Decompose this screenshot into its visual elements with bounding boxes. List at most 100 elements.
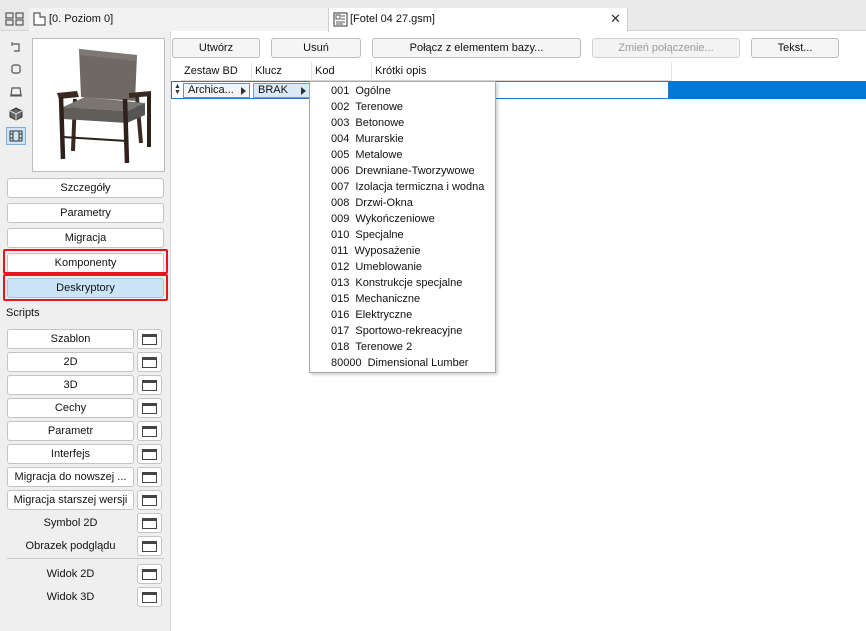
widok-3d-window-button[interactable]	[137, 587, 162, 607]
menu-item[interactable]: 004 Murarskie	[331, 131, 404, 147]
menu-item[interactable]: 003 Betonowe	[331, 115, 404, 131]
menu-item-code: 015	[331, 293, 350, 305]
komponenty-highlight-frame	[3, 249, 168, 274]
menu-item[interactable]: 80000 Dimensional Lumber	[331, 355, 468, 371]
menu-item-label: Specjalne	[355, 229, 404, 241]
zestaw-bd-value: Archica...	[188, 84, 234, 96]
window-icon	[142, 471, 157, 483]
menu-item-label: Drewniane-Tworzywowe	[355, 165, 475, 177]
menu-item-code: 013	[331, 277, 350, 289]
menu-item-label: Dimensional Lumber	[367, 357, 469, 369]
header-zestaw-bd[interactable]: Zestaw BD	[181, 62, 252, 81]
utworz-button[interactable]: Utwórz	[172, 38, 260, 58]
menu-item-code: 012	[331, 261, 350, 273]
menu-item-label: Terenowe 2	[355, 341, 413, 353]
menu-item-label: Drzwi-Okna	[355, 197, 413, 209]
obrazek-podgladu-label: Obrazek podglądu	[25, 540, 116, 552]
window-icon	[142, 402, 157, 414]
menu-item[interactable]: 010 Specjalne	[331, 227, 404, 243]
polacz-button[interactable]: Połącz z elementem bazy...	[372, 38, 581, 58]
menu-item[interactable]: 012 Umeblowanie	[331, 259, 422, 275]
script-migracja-nowsza-button[interactable]: Migracja do nowszej ...	[7, 467, 134, 487]
menu-item-label: Metalowe	[355, 149, 403, 161]
object-preview-image	[32, 38, 165, 172]
header-krotki-opis[interactable]: Krótki opis	[372, 62, 672, 81]
menu-item-code: 007	[331, 181, 350, 193]
script-migracja-nowsza-window-button[interactable]	[137, 467, 162, 487]
tab-bar: [0. Poziom 0] [Fotel 04 27.gsm] ✕	[0, 0, 866, 32]
symbol-2d-label: Symbol 2D	[43, 517, 98, 529]
tab-object[interactable]: [Fotel 04 27.gsm] ✕	[328, 8, 628, 32]
menu-item-code: 008	[331, 197, 350, 209]
script-cechy-button[interactable]: Cechy	[7, 398, 134, 418]
menu-item-label: Umeblowanie	[355, 261, 423, 273]
menu-item[interactable]: 013 Konstrukcje specjalne	[331, 275, 462, 291]
obrazek-podgladu-window-button[interactable]	[137, 536, 162, 556]
menu-item[interactable]: 007 Izolacja termiczna i wodna	[331, 179, 484, 195]
script-2d-button[interactable]: 2D	[7, 352, 134, 372]
script-cechy-window-button[interactable]	[137, 398, 162, 418]
menu-item[interactable]: 017 Sportowo-rekreacyjne	[331, 323, 462, 339]
row-selection-bar	[669, 81, 866, 99]
menu-item-label: Wyposażenie	[354, 245, 421, 257]
zestaw-bd-cell[interactable]: Archica...	[183, 83, 250, 98]
menu-item-label: Wykończeniowe	[355, 213, 435, 225]
szczegoly-button[interactable]: Szczegóły	[7, 178, 164, 198]
menu-item[interactable]: 011 Wyposażenie	[331, 243, 420, 259]
left-panel: Szczegóły Parametry Migracja Komponenty …	[0, 31, 171, 631]
tab-floor-plan[interactable]: [0. Poziom 0]	[29, 8, 329, 31]
close-tab-icon[interactable]: ✕	[610, 11, 621, 27]
tab-object-label: [Fotel 04 27.gsm]	[350, 13, 435, 25]
menu-item[interactable]: 015 Mechaniczne	[331, 291, 420, 307]
menu-item-code: 018	[331, 341, 350, 353]
3d-view-icon[interactable]	[6, 105, 26, 123]
tab-overview-icon[interactable]	[5, 12, 24, 26]
menu-item-code: 003	[331, 117, 350, 129]
script-2d-window-button[interactable]	[137, 352, 162, 372]
script-migracja-starsza-button[interactable]: Migracja starszej wersji	[7, 490, 134, 510]
menu-item-code: 006	[331, 165, 350, 177]
header-klucz[interactable]: Klucz	[252, 62, 312, 81]
widok-2d-window-button[interactable]	[137, 564, 162, 584]
parametry-button[interactable]: Parametry	[7, 203, 164, 223]
menu-item-code: 005	[331, 149, 350, 161]
script-parametr-window-button[interactable]	[137, 421, 162, 441]
script-interfejs-button[interactable]: Interfejs	[7, 444, 134, 464]
script-migracja-starsza-window-button[interactable]	[137, 490, 162, 510]
script-szablon-button[interactable]: Szablon	[7, 329, 134, 349]
armchair-preview-icon	[33, 39, 164, 171]
menu-item-label: Betonowe	[355, 117, 405, 129]
menu-item-label: Terenowe	[355, 101, 404, 113]
window-icon	[142, 333, 157, 345]
menu-item[interactable]: 006 Drewniane-Tworzywowe	[331, 163, 475, 179]
script-parametr-button[interactable]: Parametr	[7, 421, 134, 441]
film-view-icon[interactable]	[6, 127, 26, 145]
frame-view-icon[interactable]	[6, 60, 26, 78]
script-szablon-window-button[interactable]	[137, 329, 162, 349]
script-interfejs-window-button[interactable]	[137, 444, 162, 464]
usun-button[interactable]: Usuń	[271, 38, 361, 58]
plan-view-icon[interactable]	[6, 83, 26, 101]
menu-item-code: 010	[331, 229, 350, 241]
row-drag-handle-icon[interactable]: ▲ ▼	[174, 83, 181, 96]
script-3d-window-button[interactable]	[137, 375, 162, 395]
menu-item[interactable]: 016 Elektryczne	[331, 307, 412, 323]
symbol-2d-window-button[interactable]	[137, 513, 162, 533]
header-kod[interactable]: Kod	[312, 62, 372, 81]
migracja-button[interactable]: Migracja	[7, 228, 164, 248]
menu-item[interactable]: 001 Ogólne	[331, 83, 391, 99]
klucz-cell[interactable]: BRAK	[253, 83, 310, 98]
menu-item[interactable]: 002 Terenowe	[331, 99, 403, 115]
menu-item-label: Sportowo-rekreacyjne	[355, 325, 463, 337]
menu-item-code: 001	[331, 85, 350, 97]
tekst-button[interactable]: Tekst...	[751, 38, 839, 58]
window-icon	[142, 517, 157, 529]
floor-plan-icon	[33, 12, 46, 26]
menu-item[interactable]: 009 Wykończeniowe	[331, 211, 435, 227]
zmien-polaczenie-button[interactable]: Zmień połączenie...	[592, 38, 740, 58]
script-3d-button[interactable]: 3D	[7, 375, 134, 395]
menu-item[interactable]: 008 Drzwi-Okna	[331, 195, 413, 211]
rotate-view-icon[interactable]	[6, 38, 26, 56]
menu-item[interactable]: 005 Metalowe	[331, 147, 402, 163]
menu-item[interactable]: 018 Terenowe 2	[331, 339, 412, 355]
